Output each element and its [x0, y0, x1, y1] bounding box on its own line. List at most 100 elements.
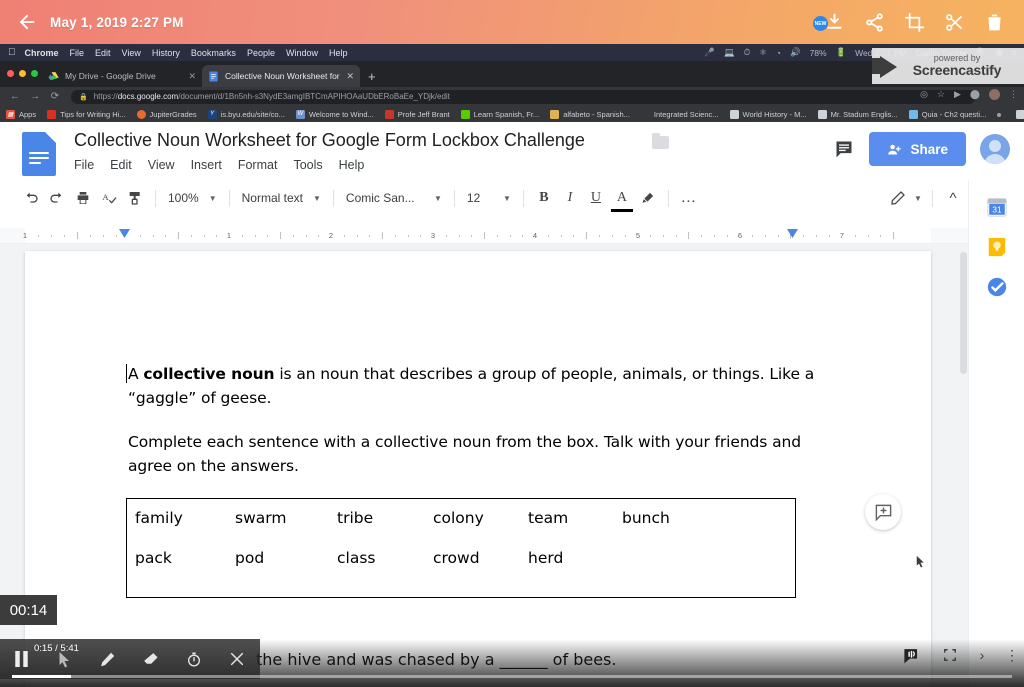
zoom-magnifier-icon[interactable]: ◎ [920, 89, 928, 100]
paragraph-style-select[interactable]: Normal text ▼ [237, 185, 326, 211]
docs-menu-insert[interactable]: Insert [191, 158, 222, 172]
battery-icon[interactable]: 🔋 [836, 47, 847, 58]
docs-menu-view[interactable]: View [148, 158, 175, 172]
font-family-select[interactable]: Comic San... ▼ [341, 185, 447, 211]
trim-scissors-icon[interactable] [942, 10, 966, 34]
other-bookmarks-folder[interactable]: Other Bookmarks [1016, 109, 1024, 119]
google-tasks-icon[interactable] [984, 274, 1010, 300]
hide-menus-chevron-icon[interactable]: ^ [940, 185, 966, 211]
bluetooth-icon[interactable]: ⚛ [759, 47, 767, 58]
spellcheck-icon[interactable]: A [96, 185, 122, 211]
share-button[interactable]: Share [869, 132, 966, 166]
extension-icon[interactable]: ⬤ [970, 89, 980, 100]
close-tab-icon[interactable]: ✕ [188, 71, 196, 82]
back-button[interactable]: ← [5, 89, 25, 104]
underline-button[interactable]: U [583, 185, 609, 211]
profile-avatar[interactable] [989, 89, 1000, 100]
back-arrow-icon[interactable] [14, 9, 40, 35]
bookmark-byu[interactable]: Yis.byu.edu/site/co... [207, 109, 285, 119]
bookmark-overflow[interactable] [997, 111, 1005, 117]
bookmark-tips-writing[interactable]: Tips for Writing Hi... [47, 109, 126, 119]
redo-icon[interactable] [44, 185, 70, 211]
bookmark-world-history[interactable]: World History - M... [729, 109, 807, 119]
italic-button[interactable]: I [557, 185, 583, 211]
editing-mode-chevron-icon[interactable]: ▼ [911, 185, 925, 211]
editing-mode-pencil-icon[interactable] [885, 185, 911, 211]
word-bank-box[interactable]: family swarm tribe colony team bunch pac… [126, 498, 796, 598]
next-icon[interactable]: › [974, 635, 990, 675]
overflow-menu-icon[interactable]: ⋮ [1004, 635, 1020, 675]
timer-tool[interactable] [172, 639, 215, 679]
comment-history-icon[interactable] [833, 138, 855, 160]
reload-button[interactable]: ⟳ [45, 89, 65, 104]
print-icon[interactable] [70, 185, 96, 211]
volume-icon[interactable]: 🔊 [790, 47, 801, 58]
browser-tab-docs[interactable]: Collective Noun Worksheet for ✕ [202, 65, 360, 87]
close-tab-icon[interactable]: ✕ [346, 71, 354, 82]
zoom-level-select[interactable]: 100% ▼ [163, 185, 222, 211]
bookmark-integrated-science[interactable]: Integrated Scienc... [641, 110, 719, 119]
screencastify-extension-icon[interactable]: ▶ [954, 89, 961, 100]
fullscreen-icon[interactable] [940, 635, 960, 675]
docs-menu-tools[interactable]: Tools [293, 158, 322, 172]
paint-format-icon[interactable] [122, 185, 148, 211]
forward-button[interactable]: → [25, 89, 45, 104]
bookmark-star-icon[interactable]: ☆ [937, 89, 945, 100]
menu-item-people[interactable]: People [247, 48, 275, 58]
bookmark-profe-jeff[interactable]: Profe Jeff Brant [384, 109, 450, 119]
document-title[interactable]: Collective Noun Worksheet for Google For… [74, 130, 585, 151]
docs-menu-format[interactable]: Format [238, 158, 278, 172]
more-options-icon[interactable]: … [676, 185, 702, 211]
docs-menu-help[interactable]: Help [339, 158, 365, 172]
highlight-color-icon[interactable] [635, 185, 661, 211]
pen-tool[interactable] [86, 639, 129, 679]
bookmark-quia[interactable]: Quia - Ch2 questi... [908, 109, 986, 119]
bookmark-welcome-window[interactable]: W Welcome to Wind... [295, 109, 374, 119]
share-icon[interactable] [862, 10, 886, 34]
bookmark-alfabeto[interactable]: alfabeto - Spanish... [550, 109, 630, 119]
video-progress-bar[interactable] [12, 675, 1012, 678]
address-bar[interactable]: 🔒 https://docs.google.com/document/d/1Bn… [71, 89, 976, 104]
close-tool[interactable] [215, 639, 258, 679]
bold-button[interactable]: B [531, 185, 557, 211]
menu-item-view[interactable]: View [122, 48, 141, 58]
screen-share-icon[interactable]: 💻 [724, 47, 735, 58]
document-page[interactable]: A collective noun is an noun that descri… [25, 251, 931, 687]
add-comment-icon[interactable] [865, 494, 901, 530]
apple-logo-icon[interactable]:  [8, 47, 16, 58]
menu-item-bookmarks[interactable]: Bookmarks [191, 48, 236, 58]
new-tab-button[interactable]: + [368, 69, 376, 84]
google-keep-icon[interactable] [984, 234, 1010, 260]
microphone-icon[interactable]: 🎤 [704, 47, 715, 58]
crop-icon[interactable] [902, 10, 926, 34]
document-body[interactable]: A collective noun is an noun that descri… [128, 363, 828, 499]
menu-item-history[interactable]: History [152, 48, 180, 58]
font-size-select[interactable]: 12 ▼ [462, 185, 516, 211]
download-icon[interactable]: NEW [813, 10, 846, 34]
volume-icon[interactable] [896, 635, 926, 675]
wifi-icon[interactable]: ◔ [776, 48, 781, 58]
menu-item-edit[interactable]: Edit [95, 48, 111, 58]
time-machine-icon[interactable]: ⏱ [744, 47, 751, 58]
undo-icon[interactable] [18, 185, 44, 211]
delete-trash-icon[interactable] [982, 10, 1006, 34]
document-ruler[interactable]: 1 1 2 3 4 5 6 7 [0, 228, 968, 244]
bookmark-mr-stadum[interactable]: Mr. Stadum Englis... [817, 109, 898, 119]
menu-item-help[interactable]: Help [329, 48, 348, 58]
minimize-window-button[interactable] [19, 70, 26, 77]
vertical-scrollbar[interactable] [960, 252, 967, 374]
google-calendar-icon[interactable]: 31 [984, 194, 1010, 220]
account-avatar[interactable] [980, 134, 1010, 164]
bookmark-apps[interactable]: ▦ Apps [6, 109, 36, 119]
bookmark-jupitergrades[interactable]: JupiterGrades [136, 109, 197, 119]
menu-item-window[interactable]: Window [286, 48, 318, 58]
docs-menu-edit[interactable]: Edit [110, 158, 132, 172]
close-window-button[interactable] [7, 70, 14, 77]
menu-item-chrome[interactable]: Chrome [25, 48, 59, 58]
docs-menu-file[interactable]: File [74, 158, 94, 172]
menu-item-file[interactable]: File [70, 48, 85, 58]
maximize-window-button[interactable] [31, 70, 38, 77]
bookmark-learn-spanish[interactable]: Learn Spanish, Fr... [460, 109, 539, 119]
text-color-button[interactable]: A [609, 185, 635, 212]
browser-tab-drive[interactable]: My Drive - Google Drive ✕ [42, 65, 202, 87]
